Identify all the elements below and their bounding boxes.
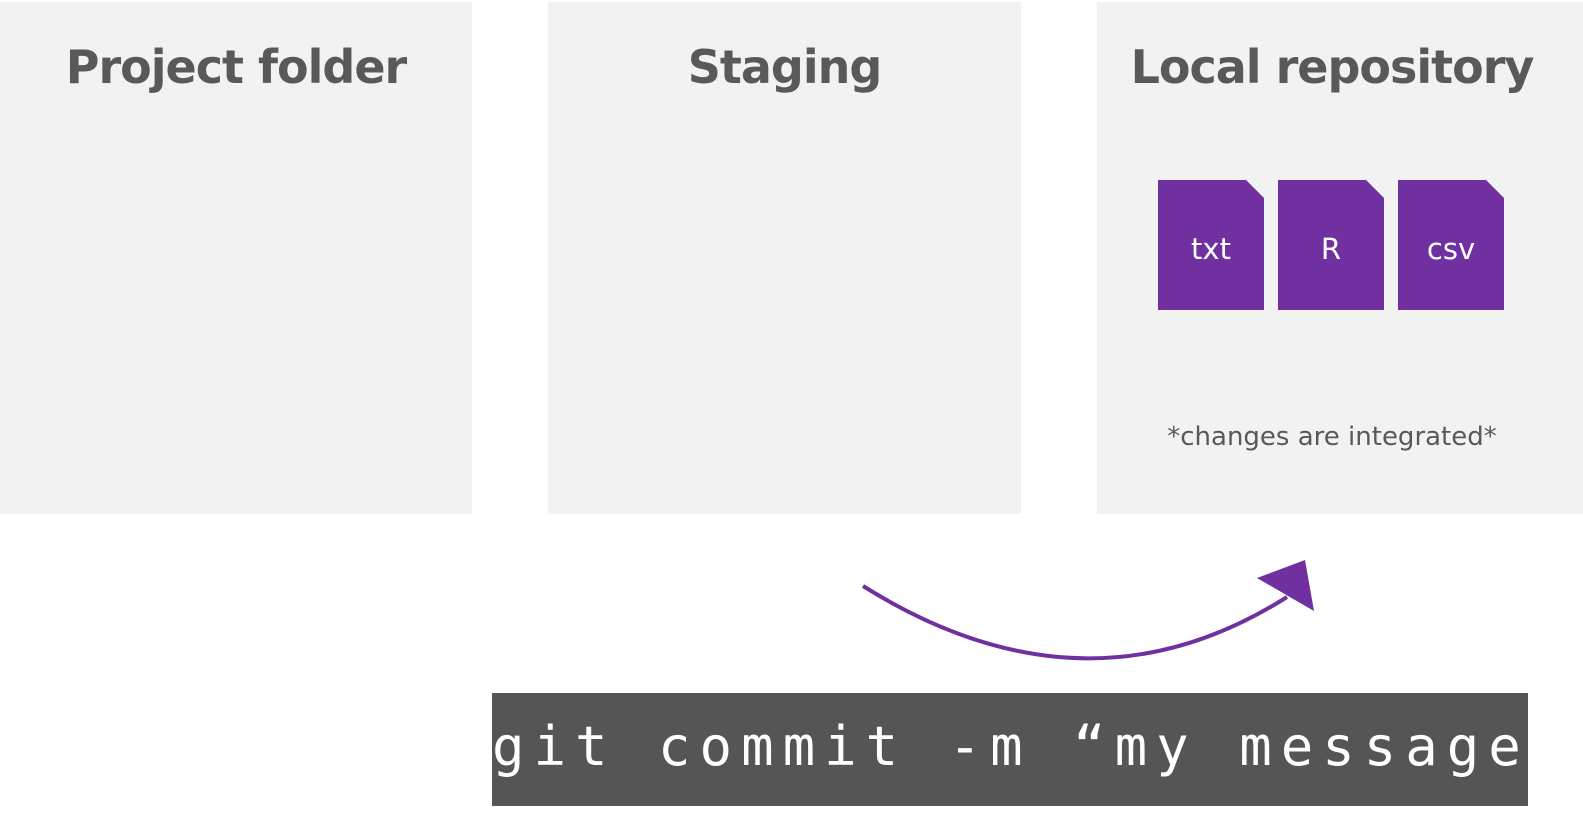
changes-integrated-note: *changes are integrated*: [1167, 422, 1497, 452]
file-label-r: R: [1320, 232, 1342, 266]
staging-title: Staging: [687, 40, 883, 94]
staging-panel: Staging: [548, 2, 1021, 514]
arrow-curve: [861, 584, 1289, 661]
git-commit-command-box: git commit -m “my message”: [492, 693, 1572, 806]
arrow-head: [1257, 560, 1314, 611]
project-folder-panel: Project folder: [0, 2, 472, 514]
local-repository-title: Local repository: [1130, 40, 1535, 94]
git-commit-command: git commit -m “my message”: [492, 715, 1572, 778]
r-file-icon: R: [1278, 180, 1384, 310]
file-label-csv: csv: [1426, 232, 1476, 266]
project-folder-title: Project folder: [65, 40, 407, 94]
csv-file-icon: csv: [1398, 180, 1504, 310]
local-repository-panel: Local repository txt R csv *changes are …: [1097, 2, 1583, 514]
file-label-txt: txt: [1191, 232, 1231, 266]
txt-file-icon: txt: [1158, 180, 1264, 310]
